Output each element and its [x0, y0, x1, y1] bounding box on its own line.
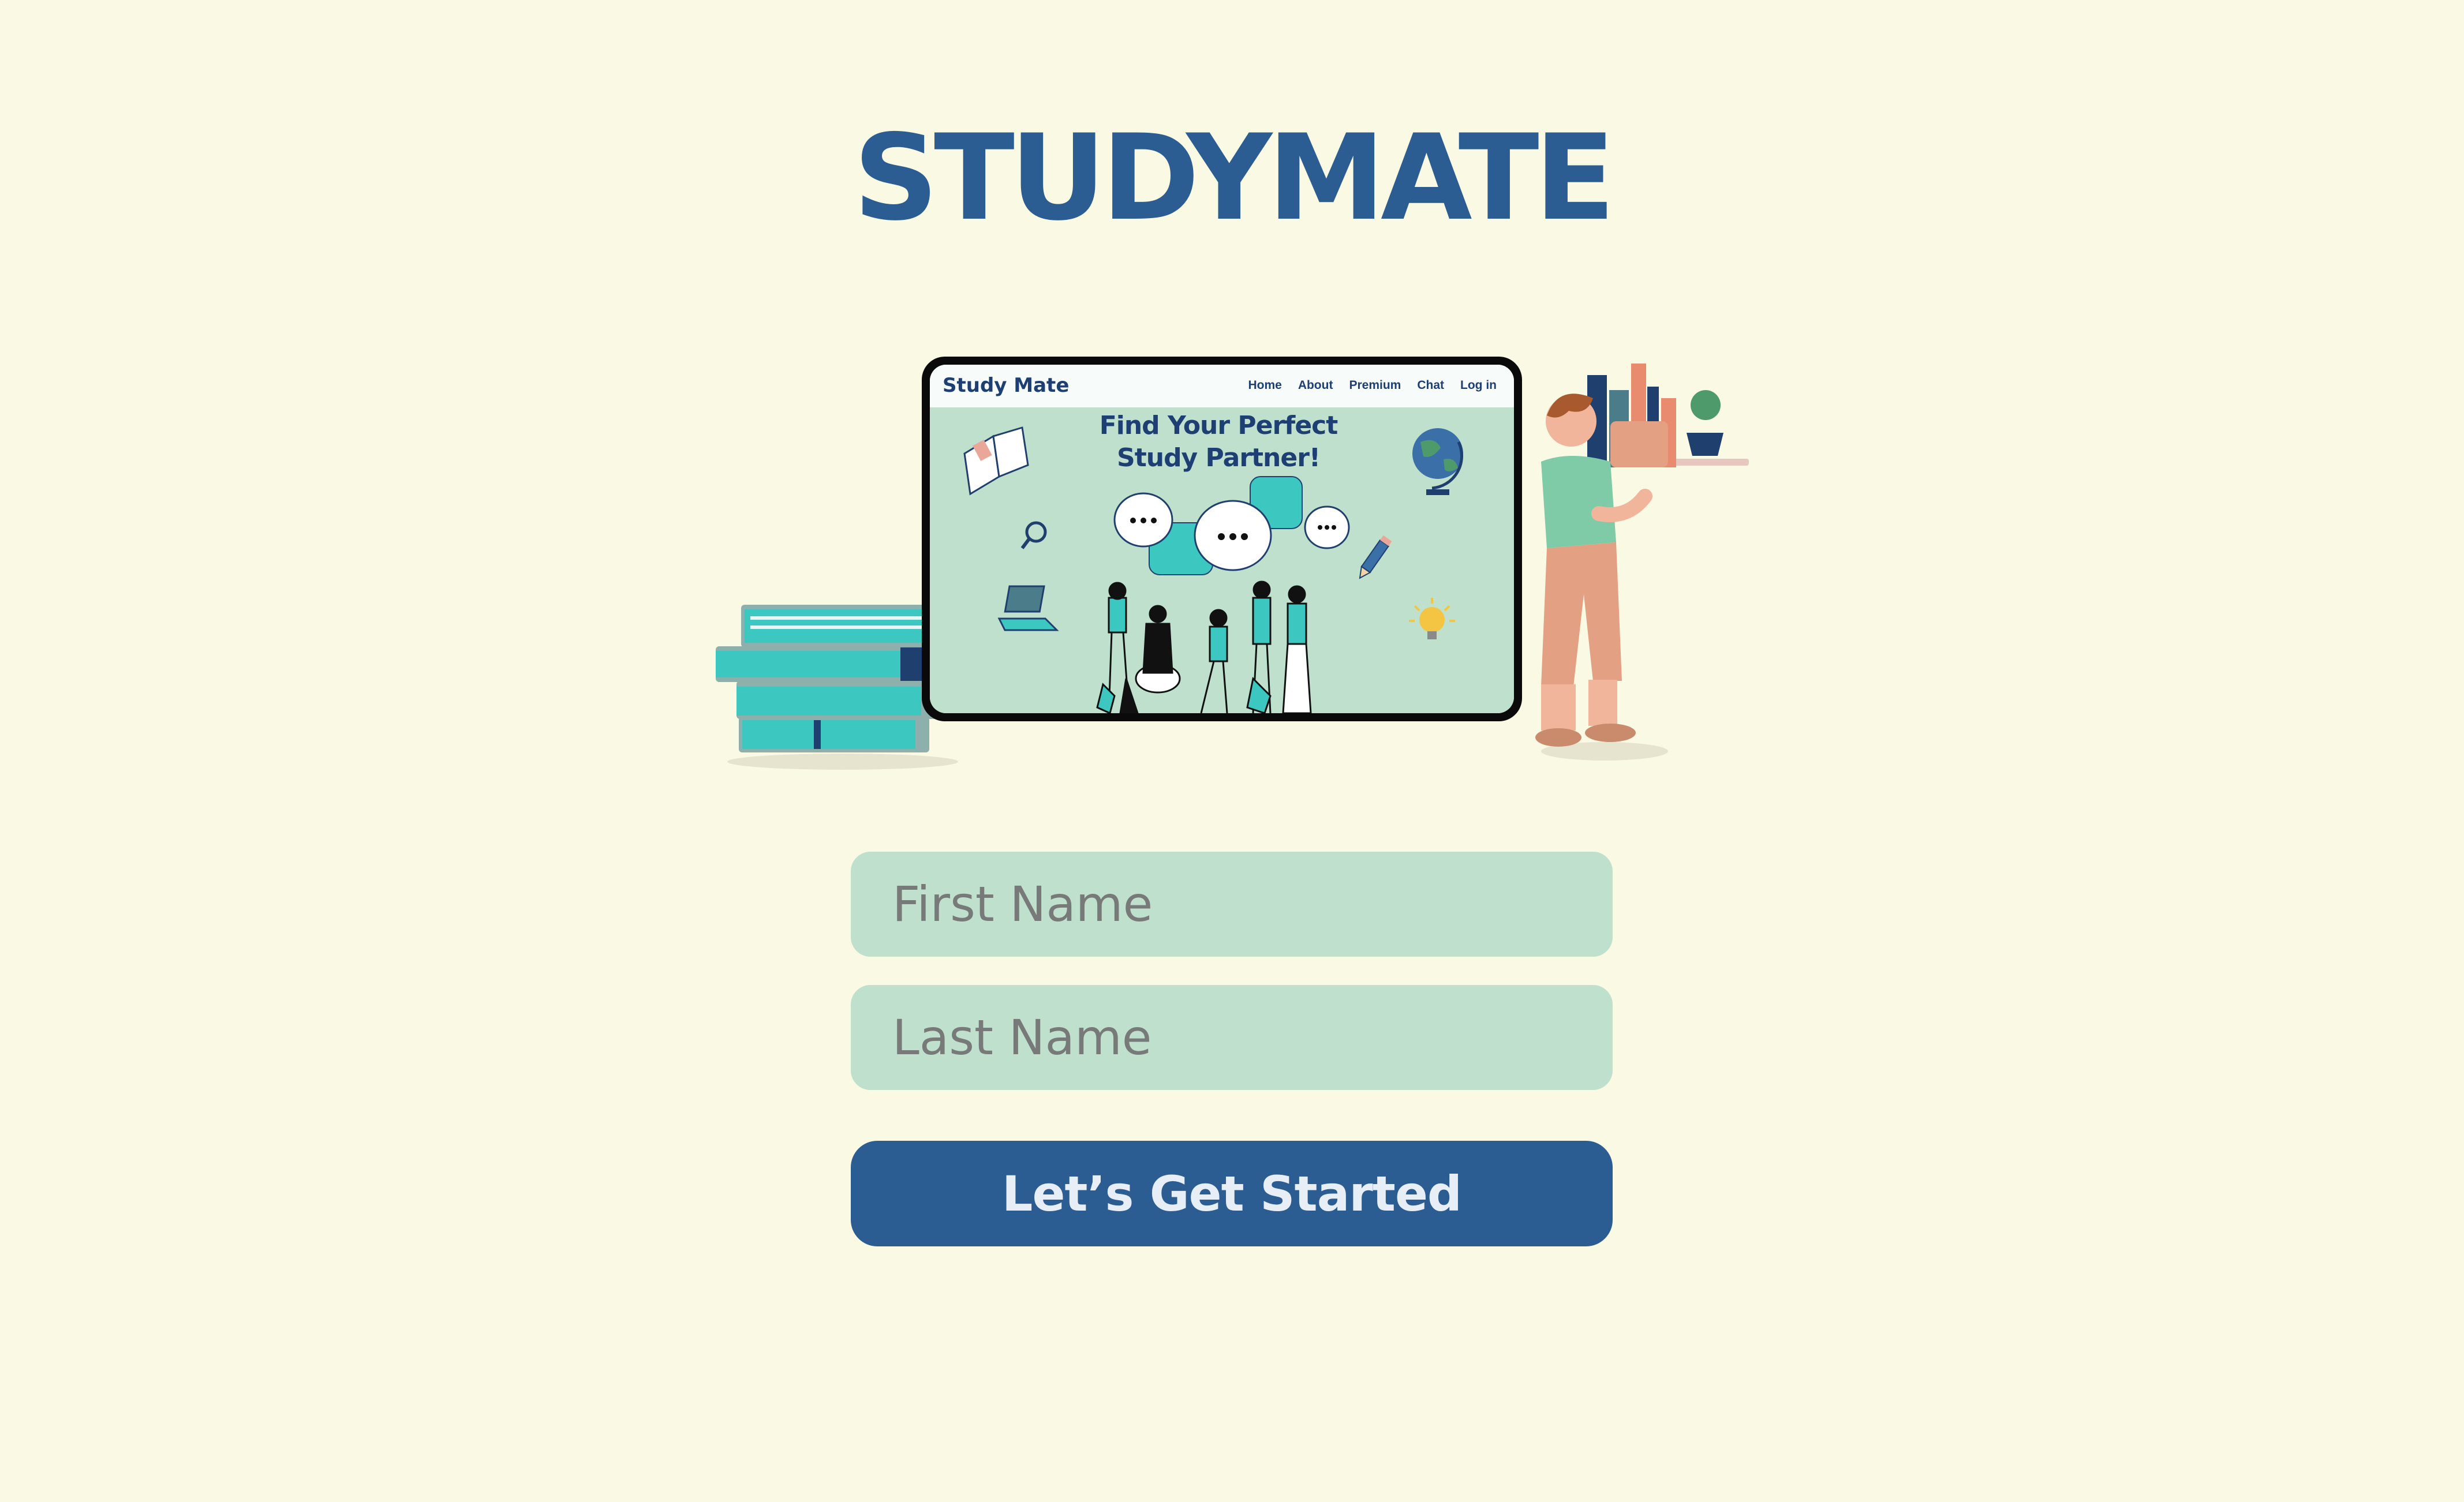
- person-carrying-books-icon: [1535, 364, 1749, 761]
- magnifier-icon: [1020, 521, 1047, 549]
- preview-nav-home: Home: [1248, 379, 1282, 392]
- app-title: STUDYMATE: [853, 110, 1615, 247]
- chat-bubble-icon: [1113, 476, 1350, 575]
- tablet-mockup: Study Mate Home About Premium Chat Log i…: [922, 357, 1522, 721]
- get-started-button[interactable]: Let’s Get Started: [851, 1141, 1613, 1246]
- preview-nav-links: Home About Premium Chat Log in: [1248, 379, 1497, 392]
- preview-headline: Find Your Perfect Study Partner!: [1099, 411, 1338, 473]
- preview-nav-about: About: [1298, 379, 1333, 392]
- tablet-screen: Study Mate Home About Premium Chat Log i…: [930, 365, 1514, 713]
- preview-nav-premium: Premium: [1349, 379, 1401, 392]
- preview-logo: Study Mate: [943, 374, 1070, 397]
- preview-nav-chat: Chat: [1417, 379, 1445, 392]
- last-name-field[interactable]: [851, 985, 1613, 1090]
- first-name-field[interactable]: [851, 852, 1613, 957]
- preview-hero: Find Your Perfect Study Partner!: [930, 407, 1514, 713]
- globe-icon: [1412, 428, 1463, 495]
- preview-nav-login: Log in: [1460, 379, 1497, 392]
- laptop-icon: [997, 585, 1059, 631]
- preview-navbar: Study Mate Home About Premium Chat Log i…: [930, 365, 1514, 407]
- open-book-icon: [963, 426, 1029, 496]
- lightbulb-icon: [1409, 598, 1455, 639]
- pencil-icon: [1359, 535, 1392, 579]
- students-group: [1096, 580, 1312, 713]
- hero-illustration: Study Mate Home About Premium Chat Log i…: [716, 346, 1755, 770]
